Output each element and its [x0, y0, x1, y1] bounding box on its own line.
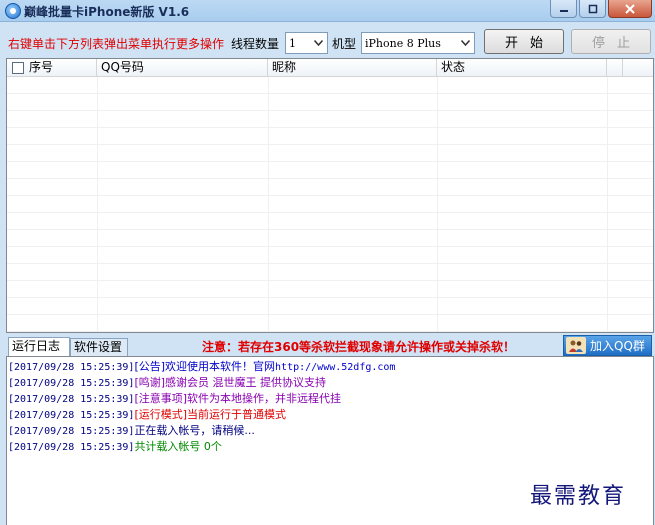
- window-title: 巅峰批量卡iPhone新版 V1.6: [24, 5, 190, 19]
- watermark-text: 最需教育: [530, 484, 627, 509]
- window-controls: [550, 0, 652, 18]
- toolbar: 右键单击下方列表弹出菜单执行更多操作 线程数量 1 机型 iPhone 8 Pl…: [0, 22, 655, 58]
- column-header-status[interactable]: 状态: [437, 59, 607, 77]
- minimize-icon: [559, 9, 568, 12]
- group-people-icon: [566, 337, 586, 354]
- threads-value: 1: [289, 36, 296, 50]
- start-button[interactable]: 开始: [484, 29, 564, 54]
- tab-software-settings[interactable]: 软件设置: [70, 338, 128, 356]
- column-divider: [607, 77, 608, 332]
- chevron-down-icon: [311, 35, 325, 51]
- column-divider: [97, 77, 98, 332]
- join-qq-group-label: 加入QQ群: [590, 339, 645, 353]
- model-label: 机型: [332, 37, 357, 51]
- column-header-nickname[interactable]: 昵称: [268, 59, 437, 77]
- column-header-extra: [607, 59, 623, 77]
- log-line: [2017/09/28 15:25:39][鸣谢]感谢会员 混世魔王 提供协议支…: [8, 376, 327, 389]
- log-line: [2017/09/28 15:25:39][公告]欢迎使用本软件！官网http:…: [8, 360, 396, 373]
- column-divider: [437, 77, 438, 332]
- log-line: [2017/09/28 15:25:39][运行模式]当前运行于普通模式: [8, 408, 287, 421]
- stop-button[interactable]: 停止: [571, 29, 651, 54]
- title-bar: 巅峰批量卡iPhone新版 V1.6: [0, 0, 655, 22]
- column-header-qq[interactable]: QQ号码: [97, 59, 268, 77]
- join-qq-group-button[interactable]: 加入QQ群: [563, 335, 652, 356]
- threads-label: 线程数量: [231, 37, 280, 51]
- context-menu-hint: 右键单击下方列表弹出菜单执行更多操作: [8, 37, 225, 51]
- log-line: [2017/09/28 15:25:39]正在载入帐号，请稍候...: [8, 424, 255, 437]
- table-header: 序号 QQ号码 昵称 状态: [7, 59, 653, 77]
- threads-select[interactable]: 1: [285, 32, 328, 54]
- log-line: [2017/09/28 15:25:39]共计载入帐号 0个: [8, 440, 222, 453]
- maximize-button[interactable]: [579, 0, 606, 18]
- app-logo-icon: [5, 3, 21, 19]
- maximize-icon: [588, 4, 597, 13]
- select-all-checkbox[interactable]: [12, 62, 24, 74]
- log-tabs-row: 运行日志 软件设置 注意：若存在360等杀软拦截现象请允许操作或关掉杀软！ 加入…: [0, 334, 655, 357]
- close-icon: [625, 3, 635, 14]
- column-header-index[interactable]: 序号: [7, 59, 97, 77]
- minimize-button[interactable]: [550, 0, 577, 18]
- antivirus-notice: 注意：若存在360等杀软拦截现象请允许操作或关掉杀软！: [202, 340, 516, 354]
- account-table[interactable]: 序号 QQ号码 昵称 状态: [6, 58, 654, 333]
- model-select[interactable]: iPhone 8 Plus: [361, 32, 475, 54]
- table-body: [7, 77, 653, 332]
- column-divider: [268, 77, 269, 332]
- model-value: iPhone 8 Plus: [365, 36, 441, 50]
- log-line: [2017/09/28 15:25:39][注意事项]软件为本地操作，并非远程代…: [8, 392, 342, 405]
- close-button[interactable]: [608, 0, 652, 18]
- tab-run-log[interactable]: 运行日志: [8, 337, 70, 357]
- chevron-down-icon: [458, 35, 472, 51]
